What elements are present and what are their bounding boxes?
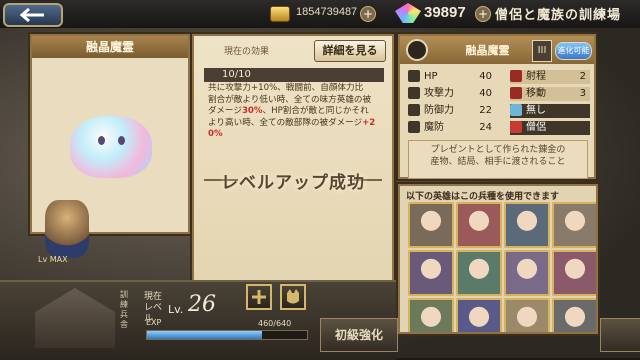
- stat-label: 魔防: [424, 122, 444, 133]
- exp-bar-fill: [147, 331, 263, 339]
- sword-icon: [408, 87, 420, 99]
- hero-portrait[interactable]: [456, 202, 502, 248]
- effect-line: 共に攻撃力+10%、戦闘前、自顔体力比: [208, 83, 364, 93]
- stat-defense: 防御力 22: [408, 104, 494, 118]
- effect-text: ダメージ: [208, 106, 242, 116]
- cat-icon: [287, 289, 299, 304]
- stat-attack: 攻撃力 40: [408, 87, 494, 101]
- cat-class-icon: [406, 39, 428, 61]
- effect-highlight: 0%: [208, 129, 223, 139]
- cat-unit-button[interactable]: [280, 284, 306, 310]
- stat-value: 40: [479, 71, 492, 82]
- stat-value: 40: [479, 88, 492, 99]
- view-details-button[interactable]: 詳細を見る: [314, 40, 386, 62]
- stat-value: 2: [579, 71, 586, 82]
- stat-class: 僧侶: [510, 121, 590, 135]
- stat-value: 24: [479, 122, 492, 133]
- hero-portrait[interactable]: [408, 250, 454, 296]
- plus-icon: [252, 290, 266, 304]
- effect-text: 、HP割合が敵と同じかそれ: [262, 106, 369, 116]
- stat-label: HP: [424, 71, 438, 82]
- back-arrow-icon: [19, 8, 44, 22]
- unit-name: 融晶魔霊: [465, 44, 510, 57]
- back-button[interactable]: [3, 3, 63, 27]
- stat-label: 移動: [526, 88, 546, 99]
- effect-level: 10/10: [204, 68, 384, 82]
- hero-portrait[interactable]: [504, 298, 550, 332]
- effect-line: より高い時、全ての敵部隊の被ダメージ+2: [208, 118, 384, 130]
- stat-value: 3: [579, 88, 586, 99]
- evolve-button[interactable]: 進化可能: [555, 42, 592, 60]
- hero-portrait[interactable]: [456, 250, 502, 296]
- hero-portrait[interactable]: [552, 298, 596, 332]
- right-action-button[interactable]: [600, 318, 640, 352]
- barracks-label: 訓練兵舎: [120, 290, 128, 329]
- exp-bar: [146, 330, 308, 340]
- range-icon: [510, 70, 522, 82]
- gold-amount: 1854739487: [296, 6, 358, 18]
- effect-line: 0%: [208, 129, 384, 141]
- add-gem-button[interactable]: +: [475, 6, 491, 22]
- unit-card-title: 融晶魔霊: [32, 36, 188, 58]
- page-title: 僧侶と魔族の訓練場: [495, 8, 622, 23]
- slime-image: [70, 116, 152, 178]
- description-line: 産物、結局、相手に渡されること: [430, 157, 566, 167]
- magic-icon: [408, 121, 420, 133]
- hero-portrait[interactable]: [552, 202, 596, 248]
- hero-portrait[interactable]: [408, 202, 454, 248]
- stat-label: 僧侶: [526, 122, 546, 133]
- stat-label: 攻撃力: [424, 88, 454, 99]
- hero-sprite: [45, 200, 89, 258]
- stat-value: 22: [479, 105, 492, 116]
- current-effect-header: 現在の効果: [224, 47, 270, 57]
- hero-portrait[interactable]: [456, 298, 502, 332]
- hero-portrait[interactable]: [552, 250, 596, 296]
- level-prefix: Lv.: [168, 303, 184, 316]
- level-up-success-text: レベルアップ成功: [221, 173, 365, 193]
- stat-move: 移動 3: [510, 87, 590, 101]
- current-level: 26: [188, 292, 216, 317]
- stat-hp: HP 40: [408, 70, 494, 84]
- hero-level-badge: Lv MAX: [38, 255, 68, 264]
- stat-label: 無し: [526, 105, 546, 116]
- effect-highlight: 30%: [241, 106, 263, 116]
- basic-reinforce-button[interactable]: 初級強化: [320, 318, 398, 352]
- hero-portrait[interactable]: [408, 298, 454, 332]
- effect-description: 共に攻撃力+10%、戦闘前、自顔体力比 割合が敵より低い時、全ての味方英雄の被 …: [208, 83, 384, 141]
- exp-label: EXP: [146, 318, 162, 327]
- description-line: プレゼントとして作られた錬金の: [430, 145, 566, 155]
- shield-icon: [408, 104, 420, 116]
- heart-icon: [408, 70, 420, 82]
- add-unit-button[interactable]: [246, 284, 272, 310]
- effect-line: 割合が敵より低い時、全ての味方英雄の被: [208, 94, 372, 105]
- stat-element: 無し: [510, 104, 590, 118]
- stat-label: 射程: [526, 71, 546, 82]
- usable-heroes-header: 以下の英雄はこの兵種を使用できます: [406, 192, 560, 202]
- stat-range: 射程 2: [510, 70, 590, 84]
- slime-eye-icon: [98, 136, 105, 145]
- effect-highlight: +2: [362, 117, 376, 128]
- stat-label: 防御力: [424, 105, 454, 116]
- priest-icon: [510, 121, 522, 133]
- gem-amount: 39897: [424, 4, 466, 21]
- hero-portrait[interactable]: [504, 250, 550, 296]
- add-gold-button[interactable]: +: [360, 6, 376, 22]
- effect-text: より高い時、全ての敵部隊の被ダメージ: [208, 117, 363, 128]
- unit-rank-badge: III: [532, 40, 552, 62]
- element-icon: [510, 104, 522, 116]
- effect-line: ダメージ30%、HP割合が敵と同じかそれ: [208, 106, 384, 118]
- usable-heroes-panel: 以下の英雄はこの兵種を使用できます: [398, 184, 598, 334]
- gold-coin-icon: [270, 6, 290, 22]
- hero-portrait[interactable]: [504, 202, 550, 248]
- unit-description: プレゼントとして作られた錬金の 産物、結局、相手に渡されること: [408, 140, 588, 179]
- move-icon: [510, 87, 522, 99]
- exp-value: 460/640: [258, 319, 292, 328]
- slime-eye-icon: [118, 136, 125, 145]
- unit-info-panel: 融晶魔霊 III 進化可能 HP 40 攻撃力 40 防御力 22 魔防 24 射程 2 …: [398, 34, 596, 179]
- stat-magic-defense: 魔防 24: [408, 121, 494, 135]
